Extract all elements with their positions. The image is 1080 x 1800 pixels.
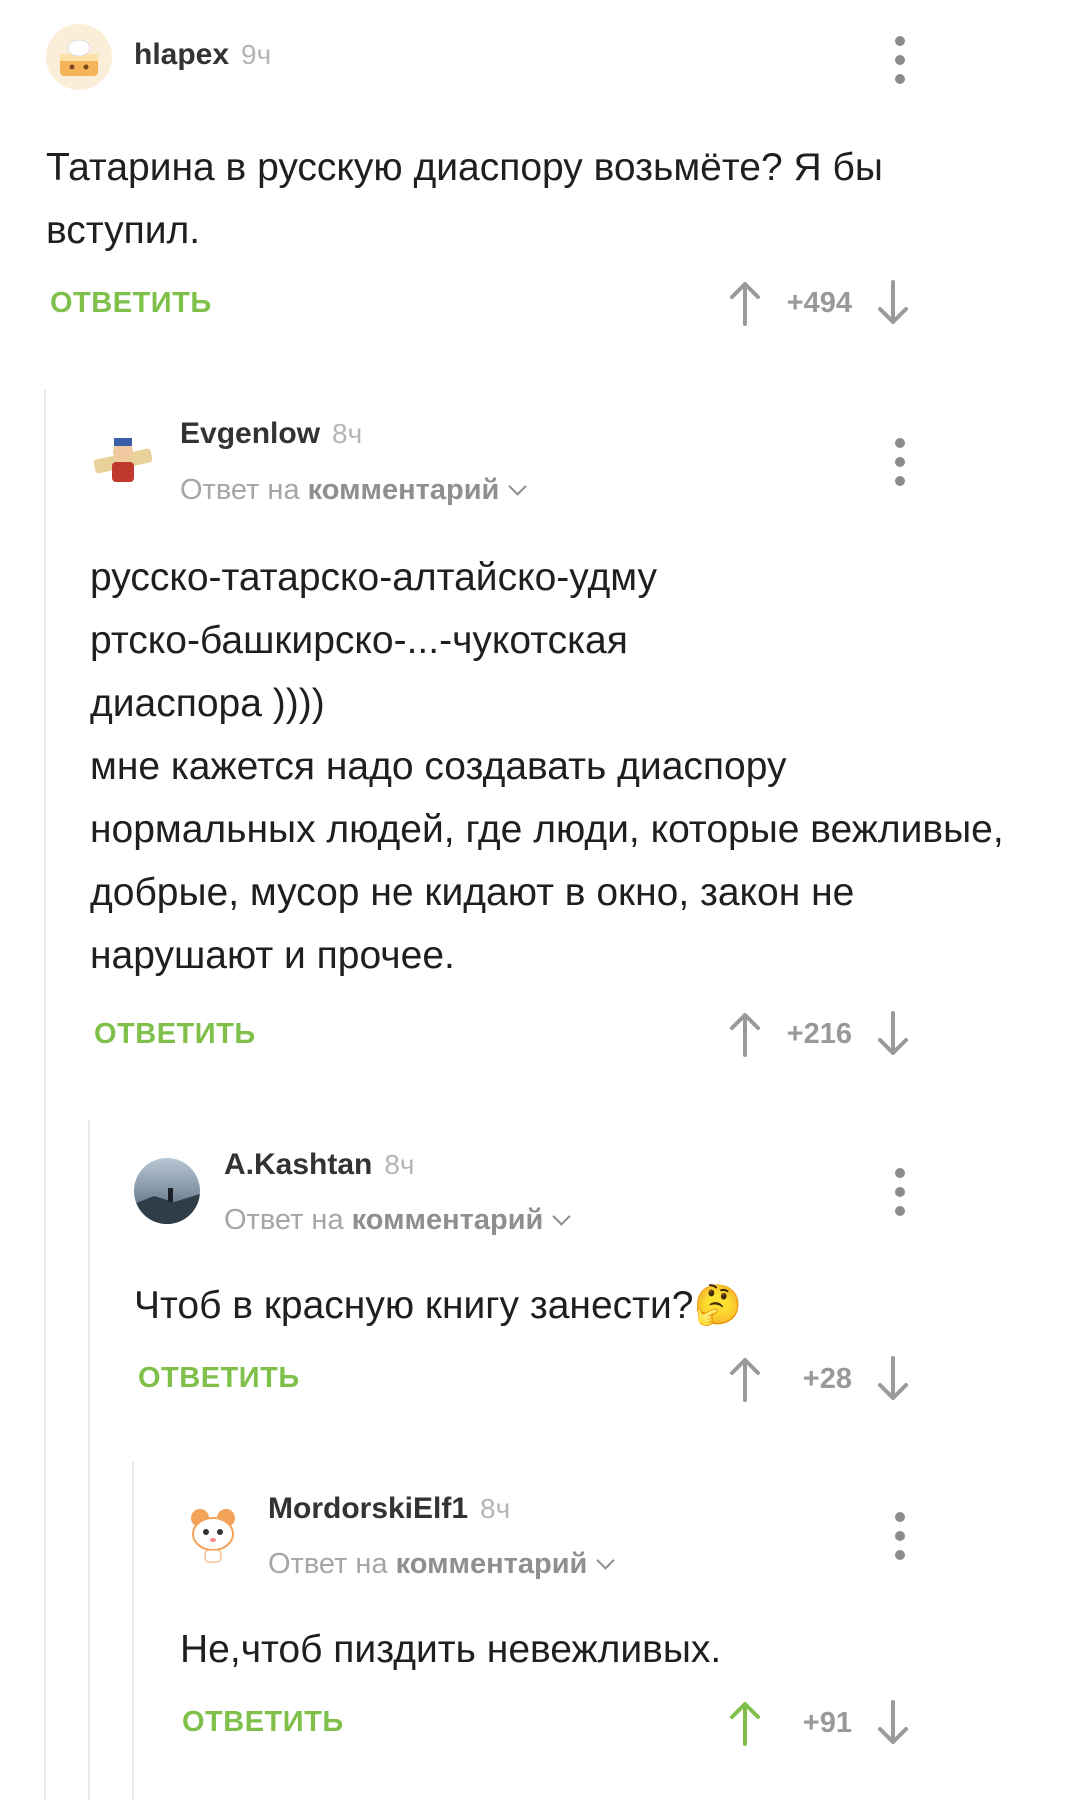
more-options-icon[interactable]: [890, 438, 910, 486]
reply-button[interactable]: ОТВЕТИТЬ: [94, 1018, 256, 1051]
reply-to-prefix: Ответ на: [268, 1548, 388, 1580]
author-link[interactable]: A.Kashtan: [224, 1148, 372, 1181]
author-name[interactable]: MordorskiElf1 8ч: [268, 1492, 510, 1526]
upvote-arrow-icon[interactable]: [728, 1011, 762, 1057]
upvote-arrow-icon[interactable]: [728, 1356, 762, 1402]
hamster-avatar-icon[interactable]: [180, 1500, 246, 1566]
vote-controls: +91: [728, 1700, 910, 1746]
author-name[interactable]: hlapex 9ч: [134, 38, 271, 72]
reply-button[interactable]: ОТВЕТИТЬ: [138, 1362, 300, 1395]
vote-controls: +494: [728, 280, 910, 326]
vote-score: +216: [786, 1017, 852, 1050]
cartoon-avatar-icon[interactable]: [90, 428, 156, 494]
thread-line: [44, 390, 46, 1800]
comment-text: Не,чтоб пиздить невежливых.: [180, 1628, 722, 1671]
reply-button[interactable]: ОТВЕТИТЬ: [182, 1706, 344, 1739]
more-options-icon[interactable]: [890, 1512, 910, 1560]
cake-avatar-icon[interactable]: [46, 24, 112, 90]
reply-to-link[interactable]: комментарий: [396, 1548, 588, 1580]
author-name[interactable]: A.Kashtan 8ч: [224, 1148, 415, 1182]
landscape-avatar-icon[interactable]: [134, 1158, 200, 1224]
downvote-arrow-icon[interactable]: [876, 1356, 910, 1402]
chevron-down-icon[interactable]: [508, 477, 528, 496]
comment-text: Татарина в русскую диаспору возьмёте? Я …: [46, 146, 894, 252]
author-link[interactable]: Evgenlow: [180, 417, 320, 450]
thread-line: [88, 1120, 90, 1800]
upvote-arrow-icon[interactable]: [728, 280, 762, 326]
reply-button[interactable]: ОТВЕТИТЬ: [50, 287, 212, 320]
reply-to-line: Ответ на комментарий: [180, 474, 528, 507]
chevron-down-icon[interactable]: [596, 1551, 616, 1570]
thread-line: [132, 1462, 134, 1800]
vote-score: +91: [802, 1706, 852, 1739]
reply-to-prefix: Ответ на: [224, 1204, 344, 1236]
comment-time: 8ч: [480, 1493, 511, 1524]
comment-time: 8ч: [332, 418, 363, 449]
comment-time: 9ч: [241, 39, 272, 70]
downvote-arrow-icon[interactable]: [876, 280, 910, 326]
reply-to-link[interactable]: комментарий: [352, 1204, 544, 1236]
upvote-arrow-icon[interactable]: [728, 1700, 762, 1746]
vote-score: +28: [802, 1362, 852, 1395]
chevron-down-icon[interactable]: [552, 1207, 572, 1226]
author-name[interactable]: Evgenlow 8ч: [180, 417, 362, 451]
vote-controls: +28: [728, 1356, 910, 1402]
comment-text: русско-татарско-алтайско-удму ртско-башк…: [90, 556, 1004, 977]
reply-to-link[interactable]: комментарий: [308, 474, 500, 506]
author-link[interactable]: hlapex: [134, 38, 229, 71]
author-link[interactable]: MordorskiElf1: [268, 1492, 468, 1525]
more-options-icon[interactable]: [890, 1168, 910, 1216]
reply-to-line: Ответ на комментарий: [224, 1204, 572, 1237]
reply-to-line: Ответ на комментарий: [268, 1548, 616, 1581]
comment-text: Чтоб в красную книгу занести?🤔: [134, 1284, 743, 1327]
vote-controls: +216: [728, 1011, 910, 1057]
more-options-icon[interactable]: [890, 36, 910, 84]
vote-score: +494: [786, 286, 852, 319]
comment-time: 8ч: [384, 1149, 415, 1180]
downvote-arrow-icon[interactable]: [876, 1700, 910, 1746]
downvote-arrow-icon[interactable]: [876, 1011, 910, 1057]
reply-to-prefix: Ответ на: [180, 474, 300, 506]
